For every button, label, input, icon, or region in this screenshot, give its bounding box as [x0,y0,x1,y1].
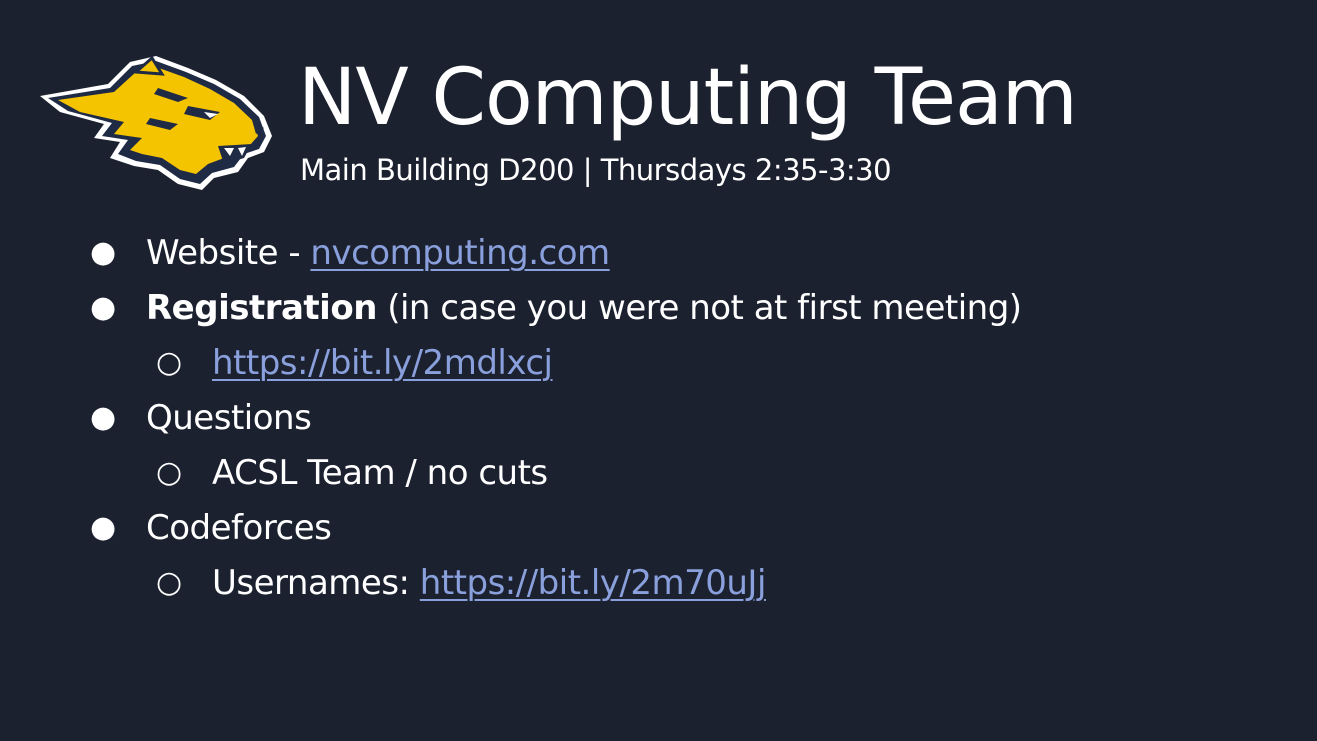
acsl-label: ACSL Team / no cuts [212,453,548,493]
bullet-level2: ○ [156,345,183,380]
bullet-level2: ○ [156,565,183,600]
bullet-level2: ○ [156,455,183,490]
codeforces-label: Codeforces [146,508,332,548]
bullet-level1: ● [90,290,117,325]
bullet-level1: ● [90,400,117,435]
list-item-registration: Registration (in case you were not at fi… [146,283,1022,333]
list-item-usernames: Usernames: https://bit.ly/2m70uJj [212,558,766,608]
usernames-link[interactable]: https://bit.ly/2m70uJj [420,563,767,603]
list-item-website: Website - nvcomputing.com [146,228,610,278]
wildcat-mascot-icon [40,55,272,190]
slide-subtitle: Main Building D200 | Thursdays 2:35-3:30 [300,153,892,187]
registration-label: Registration [146,288,377,328]
slide: NV Computing Team Main Building D200 | T… [0,0,1317,741]
list-item-registration-link: https://bit.ly/2mdlxcj [212,338,553,388]
list-item-questions: Questions [146,393,312,443]
bullet-level1: ● [90,235,117,270]
registration-note: (in case you were not at first meeting) [376,288,1022,328]
slide-title: NV Computing Team [298,53,1078,143]
list-item-acsl: ACSL Team / no cuts [212,448,548,498]
website-link[interactable]: nvcomputing.com [310,233,610,273]
registration-link[interactable]: https://bit.ly/2mdlxcj [212,343,553,383]
list-item-codeforces: Codeforces [146,503,332,553]
questions-label: Questions [146,398,312,438]
usernames-label: Usernames: [212,563,420,603]
bullet-level1: ● [90,510,117,545]
website-label: Website - [146,233,311,273]
